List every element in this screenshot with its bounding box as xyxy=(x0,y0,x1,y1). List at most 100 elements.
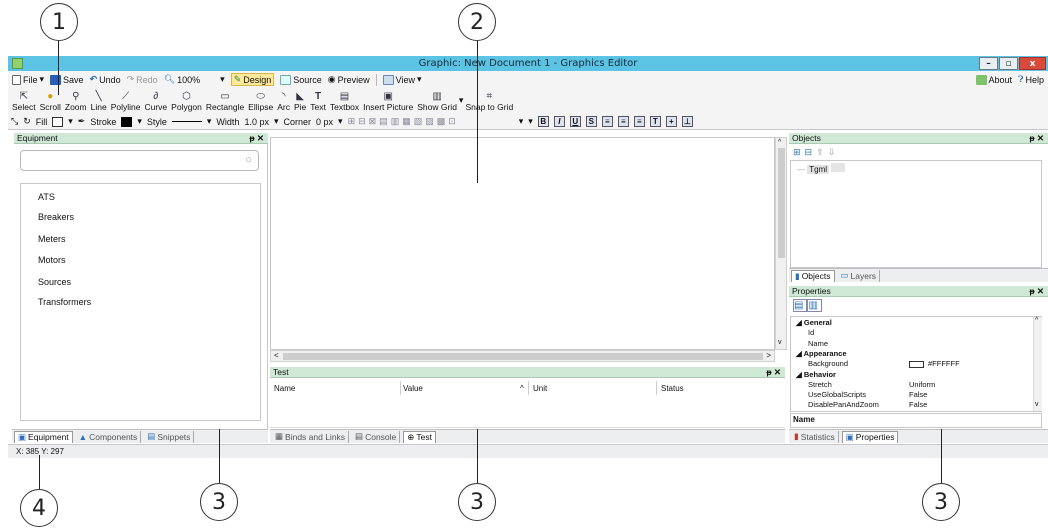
align-center-icon[interactable]: ≡ xyxy=(617,116,629,127)
property-value[interactable]: False xyxy=(909,390,927,399)
property-group[interactable]: ◢ Behavior xyxy=(796,370,836,379)
view-menu[interactable]: View ▾ xyxy=(382,74,422,85)
tab-statistics[interactable]: ▮ Statistics xyxy=(791,430,839,443)
chevron-down-icon[interactable]: ▾ xyxy=(207,116,212,127)
help-button[interactable]: ❓︎ Help xyxy=(1018,74,1044,85)
scroll-up-icon[interactable]: ^ xyxy=(1035,317,1038,324)
pin-close-icon[interactable]: ᵽ ✕ xyxy=(766,367,781,378)
file-menu[interactable]: File ▾ xyxy=(12,74,44,85)
property-pages-icon[interactable]: ▥ xyxy=(807,299,822,312)
scroll-down-icon[interactable]: v xyxy=(778,339,782,346)
expand-all-icon[interactable]: ⊞ xyxy=(793,147,805,157)
equipment-item-ats[interactable]: ATS xyxy=(38,192,55,202)
tool-select[interactable]: ⇱ Select xyxy=(10,91,38,112)
tool-grid[interactable]: ▥ Show Grid xyxy=(415,91,459,112)
valign-middle-icon[interactable]: + xyxy=(665,116,677,127)
undo-button[interactable]: ↶ Undo xyxy=(90,74,121,85)
tool-pie[interactable]: ◣ Pie xyxy=(292,91,308,112)
align-icons[interactable]: ⊞⊟⊠▤▥▦▧▨▩⊡ xyxy=(348,116,459,127)
equipment-item-transformers[interactable]: Transformers xyxy=(38,297,91,307)
tab-layers[interactable]: ▭ Layers xyxy=(838,269,881,282)
chevron-down-icon[interactable]: ▾ xyxy=(274,116,279,127)
scroll-thumb[interactable] xyxy=(778,148,785,258)
preview-tab[interactable]: ◉ Preview xyxy=(328,74,370,85)
valign-top-icon[interactable]: T xyxy=(649,116,661,127)
refresh-icon[interactable]: ↻ xyxy=(23,116,31,127)
column-header-status[interactable]: Status xyxy=(661,384,684,393)
property-group[interactable]: ◢ Appearance xyxy=(796,349,847,358)
canvas-horizontal-scrollbar[interactable]: < > xyxy=(270,350,775,362)
zoom-level-select[interactable]: 🔍︎ 100% ▾ xyxy=(164,74,225,85)
tab-equipment[interactable]: ▣ Equipment xyxy=(14,430,73,443)
fill-color-swatch[interactable] xyxy=(52,116,64,127)
property-group[interactable]: ◢ General xyxy=(796,318,832,327)
format-painter-icon[interactable]: ⤡ xyxy=(11,116,18,127)
tab-objects[interactable]: ▮ Objects xyxy=(791,269,835,282)
tree-node-tgml[interactable]: — Tgml xyxy=(797,163,846,174)
scroll-down-icon[interactable]: v xyxy=(1035,401,1039,408)
pin-close-icon[interactable]: ᵽ ✕ xyxy=(1029,286,1044,297)
pin-close-icon[interactable]: ᵽ ✕ xyxy=(249,133,264,144)
italic-icon[interactable]: I xyxy=(553,116,565,127)
categorized-icon[interactable]: ▤ xyxy=(793,299,808,312)
line-style-select[interactable] xyxy=(171,121,202,122)
move-up-icon[interactable]: ⇧ xyxy=(816,147,828,157)
valign-bottom-icon[interactable]: ⊥ xyxy=(681,116,693,127)
align-left-icon[interactable]: ≡ xyxy=(601,116,613,127)
move-down-icon[interactable]: ⇩ xyxy=(828,147,840,157)
tool-snap[interactable]: ⌗ Snap to Grid xyxy=(463,91,515,112)
close-button[interactable]: x xyxy=(1019,57,1046,70)
underline-icon[interactable]: U xyxy=(569,116,581,127)
property-value[interactable]: #FFFFFF xyxy=(909,359,960,368)
scroll-right-icon[interactable]: > xyxy=(766,351,771,360)
maximize-button[interactable]: ▫ xyxy=(999,57,1018,70)
align-right-icon[interactable]: ≡ xyxy=(633,116,645,127)
tool-polyline[interactable]: ⟋ Polyline xyxy=(109,91,143,112)
redo-button[interactable]: ↷ Redo xyxy=(127,74,158,85)
tool-rectangle[interactable]: ▭ Rectangle xyxy=(204,91,246,112)
tool-curve[interactable]: ∂ Curve xyxy=(142,91,169,112)
equipment-search-input[interactable]: ○ xyxy=(20,150,259,171)
column-header-unit[interactable]: Unit xyxy=(533,384,547,393)
collapse-all-icon[interactable]: ⊟ xyxy=(805,147,817,157)
scroll-up-icon[interactable]: ^ xyxy=(778,139,781,146)
chevron-down-icon[interactable]: ▾ xyxy=(137,116,142,127)
properties-scrollbar[interactable]: ^ v xyxy=(1033,317,1042,411)
chevron-down-icon[interactable]: ▾ xyxy=(68,116,73,127)
scroll-h-thumb[interactable] xyxy=(283,353,763,360)
property-value[interactable]: False xyxy=(909,400,927,409)
equipment-item-breakers[interactable]: Breakers xyxy=(38,212,74,222)
tool-picture[interactable]: ▣ Insert Picture xyxy=(361,91,415,112)
property-value[interactable]: Uniform xyxy=(909,380,935,389)
tool-line[interactable]: ╲ Line xyxy=(89,91,109,112)
chevron-down-icon[interactable]: ▾ xyxy=(528,116,533,127)
width-value[interactable]: 1.0 px xyxy=(244,117,269,127)
tab-test[interactable]: ⊕ Test xyxy=(403,430,436,443)
equipment-item-motors[interactable]: Motors xyxy=(38,255,66,265)
bold-icon[interactable]: B xyxy=(537,116,549,127)
equipment-item-sources[interactable]: Sources xyxy=(38,277,71,287)
corner-value[interactable]: 0 px xyxy=(316,117,333,127)
tab-console[interactable]: ▤ Console xyxy=(352,430,401,443)
tool-textbox[interactable]: ▤ Textbox xyxy=(328,91,361,112)
about-button[interactable]: About xyxy=(975,74,1012,85)
minimize-button[interactable]: – xyxy=(979,57,998,70)
strikethrough-icon[interactable]: S xyxy=(585,116,597,127)
source-tab[interactable]: Source xyxy=(280,74,322,85)
tab-binds-and-links[interactable]: ▦ Binds and Links xyxy=(272,430,350,443)
column-header-value[interactable]: Value xyxy=(403,384,423,393)
chevron-down-icon[interactable]: ▾ xyxy=(338,116,343,127)
pin-close-icon[interactable]: ᵽ ✕ xyxy=(1029,133,1044,144)
tool-zoom[interactable]: ⚲ Zoom xyxy=(63,91,89,112)
stroke-color-swatch[interactable] xyxy=(121,116,133,127)
tool-arc[interactable]: ◝ Arc xyxy=(275,91,292,112)
canvas-vertical-scrollbar[interactable]: ^ v xyxy=(775,137,787,350)
tool-polygon[interactable]: ⬡ Polygon xyxy=(169,91,204,112)
tool-ellipse[interactable]: ⬭ Ellipse xyxy=(246,91,275,112)
save-button[interactable]: Save xyxy=(50,74,84,85)
scroll-left-icon[interactable]: < xyxy=(274,351,279,360)
equipment-item-meters[interactable]: Meters xyxy=(38,234,66,244)
column-header-name[interactable]: Name xyxy=(274,384,295,393)
tab-components[interactable]: ▲ Components xyxy=(76,430,142,443)
drawing-canvas[interactable] xyxy=(270,137,775,350)
